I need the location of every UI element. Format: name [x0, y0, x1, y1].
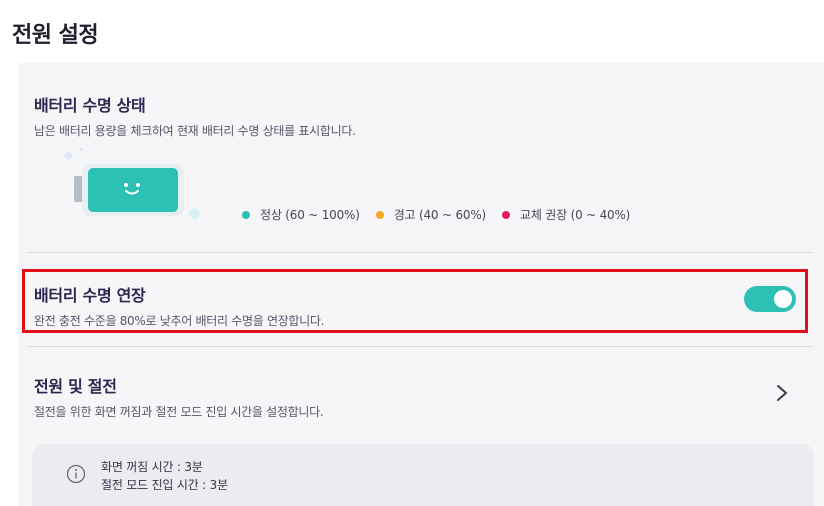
screen-off-time: 화면 꺼짐 시간 : 3분 — [101, 460, 203, 474]
divider — [26, 346, 814, 347]
battery-extend-title: 배터리 수명 연장 — [34, 286, 146, 305]
battery-health-legend: 정상 (60 ~ 100%) 경고 (40 ~ 60%) 교체 권장 (0 ~ … — [242, 206, 646, 223]
info-icon — [66, 464, 86, 484]
divider — [26, 252, 814, 253]
battery-extend-toggle[interactable] — [744, 286, 796, 312]
legend-item-normal: 정상 (60 ~ 100%) — [242, 206, 360, 223]
power-saving-title: 전원 및 절전 — [34, 377, 117, 396]
sparkle-icon — [188, 207, 201, 220]
power-saving-section[interactable]: 전원 및 절전 절전을 위한 화면 꺼짐과 절전 모드 진입 시간을 설정합니다… — [34, 373, 324, 420]
power-info-text: 화면 꺼짐 시간 : 3분 절전 모드 진입 시간 : 3분 — [101, 458, 228, 494]
legend-label-replace: 교체 권장 (0 ~ 40%) — [520, 208, 631, 222]
page-title: 전원 설정 — [12, 23, 99, 48]
battery-health-title: 배터리 수명 상태 — [34, 96, 146, 115]
battery-illustration — [60, 146, 210, 226]
legend-dot-replace — [502, 210, 511, 219]
battery-health-description: 남은 배터리 용량을 체크하여 현재 배터리 수명 상태를 표시합니다. — [34, 124, 356, 138]
legend-item-replace: 교체 권장 (0 ~ 40%) — [502, 206, 630, 223]
legend-label-warning: 경고 (40 ~ 60%) — [393, 208, 487, 222]
legend-dot-normal — [242, 210, 250, 219]
legend-dot-warning — [375, 210, 384, 219]
battery-extend-description: 완전 충전 수준을 80%로 낮추어 배터리 수명을 연장합니다. — [34, 314, 325, 328]
sleep-mode-time: 절전 모드 진입 시간 : 3분 — [101, 478, 228, 492]
sparkle-icon — [63, 150, 74, 161]
legend-item-warning: 경고 (40 ~ 60%) — [375, 206, 487, 223]
toggle-knob — [774, 290, 792, 308]
legend-label-normal: 정상 (60 ~ 100%) — [260, 208, 360, 222]
battery-health-section: 배터리 수명 상태 남은 배터리 용량을 체크하여 현재 배터리 수명 상태를 … — [34, 92, 356, 139]
power-saving-description: 절전을 위한 화면 꺼짐과 절전 모드 진입 시간을 설정합니다. — [34, 405, 324, 419]
battery-extend-section: 배터리 수명 연장 완전 충전 수준을 80%로 낮추어 배터리 수명을 연장합… — [34, 282, 324, 329]
chevron-right-icon[interactable] — [774, 383, 790, 403]
